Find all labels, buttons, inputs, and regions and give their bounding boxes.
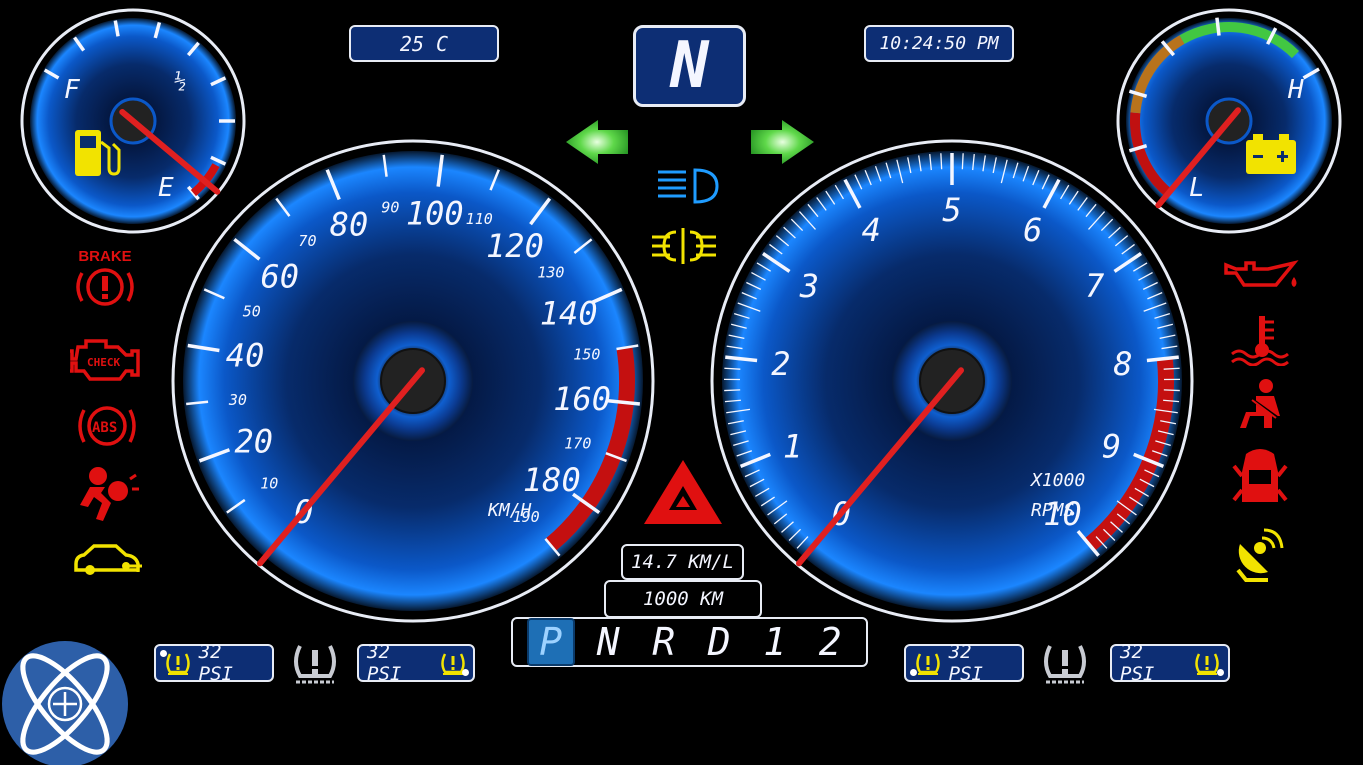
tire-indicator-dot [1217, 669, 1224, 676]
speed-major-label: 140 [540, 295, 598, 333]
tpms-icon [166, 653, 190, 675]
speed-minor-label: 50 [243, 302, 261, 320]
speed-minor-label: 150 [573, 346, 600, 364]
speed-minor-label: 70 [298, 232, 316, 250]
brake-label: BRAKE [78, 248, 132, 265]
rpm-label: 3 [799, 267, 819, 305]
fuel-half-label: ½ [174, 69, 186, 93]
temp-low-label: L [1189, 173, 1205, 203]
gear-reverse[interactable]: R [642, 620, 686, 664]
coolant-temperature-icon [1231, 316, 1289, 366]
rpm-label: 5 [942, 191, 961, 229]
speed-minor-label: 170 [564, 435, 591, 453]
temp-high-label: H [1287, 75, 1304, 105]
speed-major-label: 80 [330, 205, 369, 243]
immobilizer-car-key-icon [74, 544, 142, 575]
speed-major-label: 60 [261, 257, 300, 295]
odometer-value: 1000 KM [642, 588, 724, 610]
tpms-icon [294, 645, 336, 684]
speed-minor-label: 30 [228, 391, 247, 409]
gear-indicator-value: N [670, 29, 709, 103]
speed-major-label: 100 [406, 194, 464, 232]
rpm-tick [1163, 367, 1180, 370]
gear-indicator-display: N [633, 25, 746, 107]
temperature-display: 25 C [349, 25, 499, 62]
door-open-icon [1232, 449, 1288, 502]
speed-major-label: 40 [226, 337, 265, 375]
rpm-tick [724, 389, 741, 392]
tire-pressure-value: 32 PSI [948, 641, 983, 685]
rpm-tick [724, 367, 741, 370]
tpms-icon [916, 653, 940, 675]
rpm-unit-label: RPMS [1031, 500, 1075, 521]
tire-pressure-rear-left: 32 PSI [904, 641, 1024, 685]
app-logo-button[interactable] [0, 640, 130, 765]
rpm-label: 1 [783, 427, 802, 465]
speed-major-label: 120 [486, 227, 544, 265]
tpms-icon [1044, 645, 1086, 684]
abs-label: ABS [92, 420, 117, 436]
speed-major-label: 180 [523, 461, 581, 499]
battery-icon [1246, 134, 1296, 174]
odometer-display: 1000 KM [604, 580, 762, 618]
rpm-multiplier-label: X1000 [1029, 470, 1085, 491]
rpm-label: 9 [1102, 427, 1121, 465]
gear-neutral[interactable]: N [586, 620, 630, 664]
rpm-tick [940, 153, 943, 170]
tire-pressure-value: 32 PSI [1120, 641, 1155, 685]
speed-minor-label: 10 [260, 475, 278, 493]
tire-indicator-dot [160, 650, 167, 657]
gear-drive[interactable]: D [697, 620, 741, 664]
brake-warning: BRAKE [70, 248, 140, 313]
gear-selector: P N R D 1 2 [511, 617, 868, 667]
tire-pressure-rear-right: 32 PSI [1110, 641, 1230, 685]
fuel-economy-value: 14.7 KM/L [631, 551, 734, 573]
gear-second[interactable]: 2 [808, 620, 852, 664]
rpm-label: 6 [1023, 211, 1042, 249]
clock-value: 10:24:50 PM [879, 33, 999, 54]
speed-minor-label: 130 [537, 264, 564, 282]
tire-indicator-dot [910, 669, 917, 676]
check-engine-icon: CHECK [70, 339, 140, 381]
fuel-empty-label: E [158, 173, 174, 203]
rpm-label: 4 [862, 211, 881, 249]
rpm-tick [961, 153, 964, 170]
seatbelt-warning-icon [1240, 379, 1280, 428]
tire-pressure-value: 32 PSI [198, 641, 233, 685]
temperature-gauge: H L [1116, 8, 1342, 234]
rpm-label: 2 [771, 345, 790, 383]
abs-warning-icon: ABS [78, 406, 136, 446]
fuel-full-label: F [64, 75, 81, 105]
gear-first[interactable]: 1 [753, 620, 797, 664]
tire-pressure-front-right: 32 PSI [357, 641, 475, 685]
brake-warning-icon [76, 268, 134, 306]
check-label: CHECK [87, 356, 120, 369]
airbag-warning-icon [80, 467, 139, 521]
temp-tick [1215, 17, 1221, 36]
fuel-gauge: F ½ E [20, 8, 246, 234]
speed-major-label: 20 [235, 423, 274, 461]
fog-light-icon [652, 228, 716, 264]
speed-major-label: 160 [553, 380, 611, 418]
fuel-economy-display: 14.7 KM/L [621, 544, 744, 580]
temperature-value: 25 C [399, 31, 449, 56]
satellite-dish-icon [1236, 528, 1284, 582]
speed-unit-label: KM/H [487, 500, 532, 521]
tire-indicator-dot [462, 669, 469, 676]
tire-pressure-front-left: 32 PSI [154, 641, 274, 685]
gear-park[interactable]: P [526, 618, 575, 666]
rpm-tick [1163, 389, 1180, 392]
tire-pressure-value: 32 PSI [367, 641, 402, 685]
speed-minor-label: 90 [381, 198, 399, 216]
speed-minor-label: 110 [466, 210, 493, 228]
clock-display: 10:24:50 PM [864, 25, 1014, 62]
tpms-icon [1195, 653, 1220, 675]
rpm-label: 8 [1113, 345, 1132, 383]
rpm-label: 7 [1085, 267, 1104, 305]
oil-pressure-icon [1224, 260, 1299, 287]
